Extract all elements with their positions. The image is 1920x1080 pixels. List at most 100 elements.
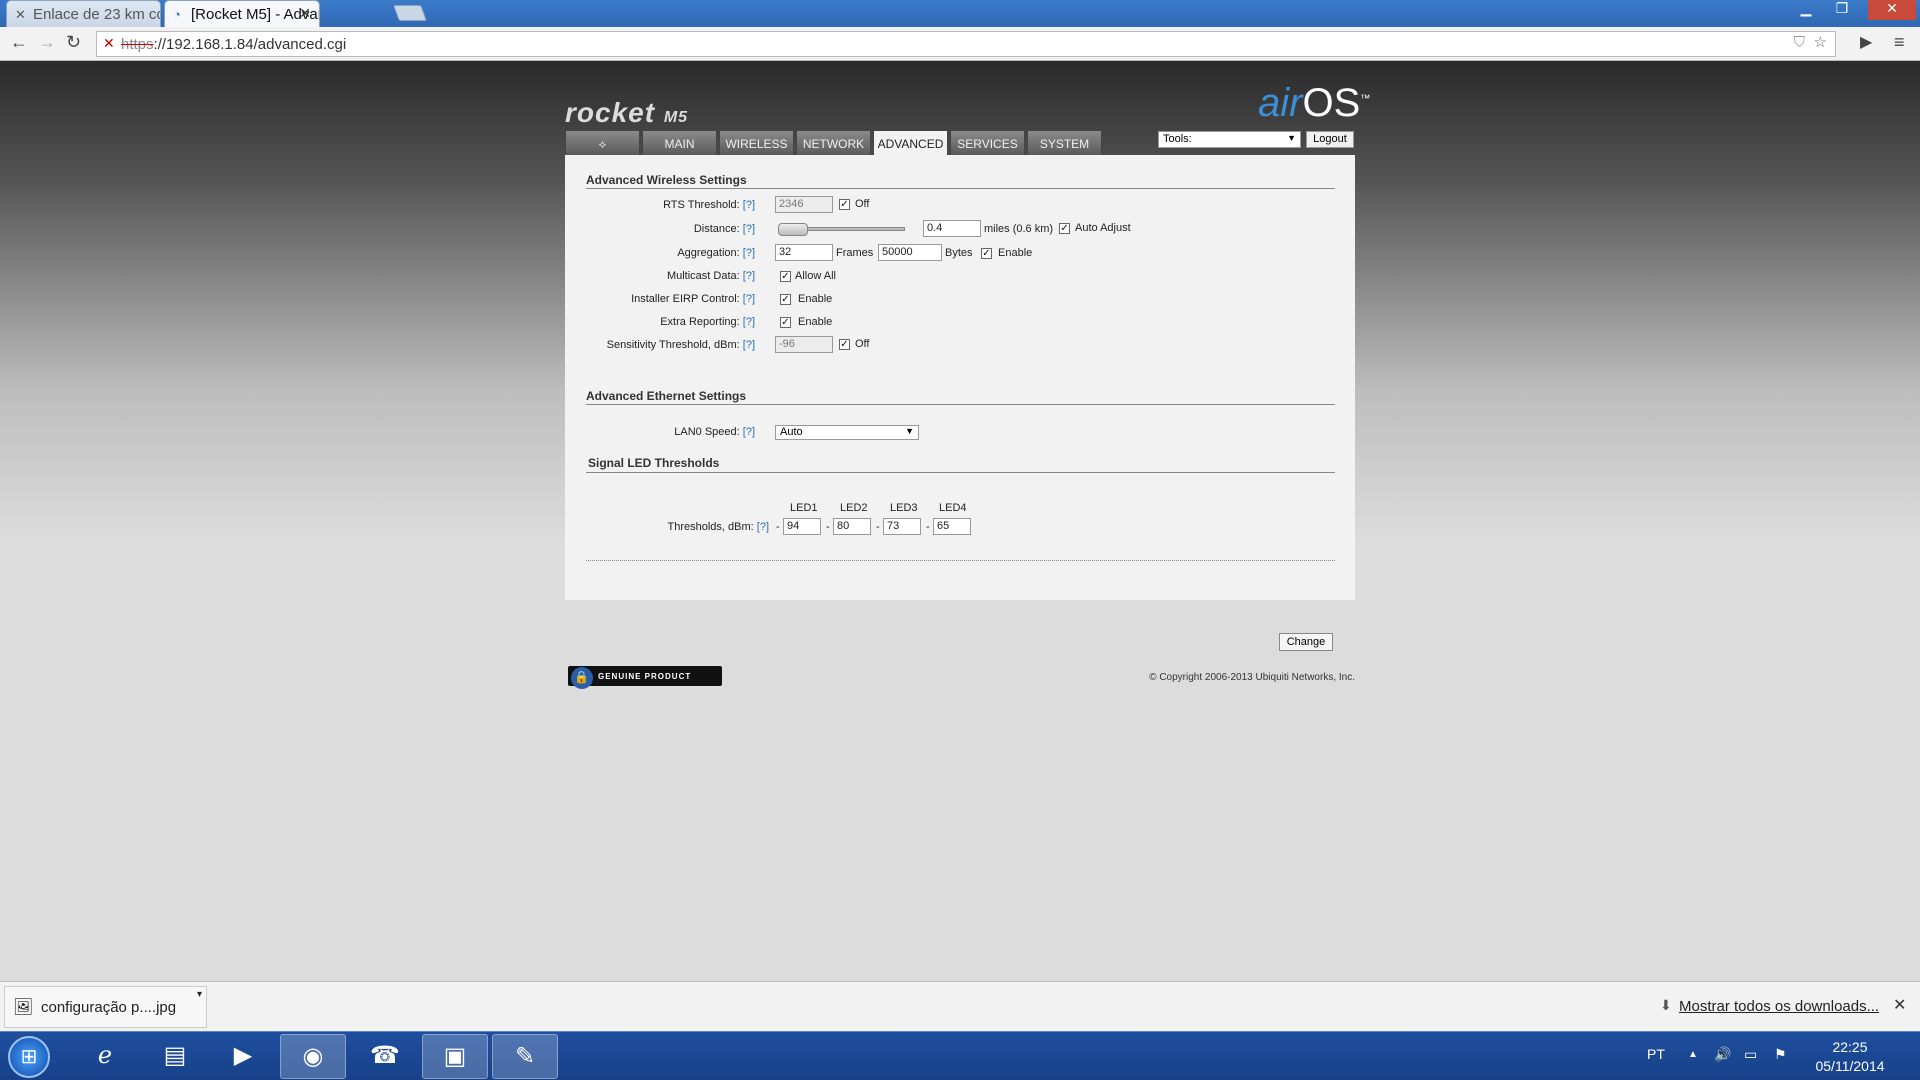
auto-adjust-checkbox[interactable]: ✓: [1059, 223, 1070, 234]
aggregation-frames-input[interactable]: 32: [775, 244, 833, 261]
tab-ubnt-home[interactable]: ⟡: [565, 130, 640, 155]
tab-main[interactable]: MAIN: [642, 130, 717, 155]
multicast-data-label: Multicast Data: [?]: [666, 270, 755, 282]
help-link[interactable]: [?]: [757, 521, 769, 533]
aggregation-bytes-input[interactable]: 50000: [878, 244, 942, 261]
change-button[interactable]: Change: [1279, 633, 1333, 651]
close-tab-icon[interactable]: ✕: [299, 5, 311, 22]
logo-tm: ™: [1360, 93, 1371, 105]
help-link[interactable]: [?]: [743, 316, 755, 328]
minimize-icon[interactable]: ▁: [1788, 0, 1824, 20]
aggregation-enable-checkbox[interactable]: ✓: [981, 248, 992, 259]
language-indicator[interactable]: PT: [1647, 1046, 1665, 1062]
led1-input[interactable]: 94: [783, 518, 821, 535]
close-downloads-icon[interactable]: ✕: [1893, 995, 1906, 1015]
multicast-allow-checkbox[interactable]: ✓: [780, 271, 791, 282]
paint-icon[interactable]: ✎: [492, 1034, 558, 1079]
rts-threshold-input[interactable]: 2346: [775, 196, 833, 213]
media-player-icon[interactable]: ▶: [210, 1034, 276, 1079]
led2-input[interactable]: 80: [833, 518, 871, 535]
distance-unit: miles (0.6 km): [984, 223, 1054, 235]
divider: [586, 560, 1335, 561]
tools-dropdown[interactable]: Tools: ▼: [1158, 131, 1301, 148]
close-window-icon[interactable]: ✕: [1868, 0, 1916, 20]
sensitivity-threshold-label: Sensitivity Threshold, dBm: [?]: [606, 339, 755, 351]
help-link[interactable]: [?]: [743, 426, 755, 438]
help-link[interactable]: [?]: [743, 223, 755, 235]
divider: [586, 188, 1335, 189]
browser-tab-enlace[interactable]: ✕ Enlace de 23 km com: [6, 0, 161, 27]
extra-reporting-label: Extra Reporting: [?]: [660, 316, 755, 328]
distance-label: Distance: [?]: [693, 223, 755, 235]
logo-os-text: OS: [1302, 81, 1361, 125]
extension-play-icon[interactable]: ▶: [1860, 32, 1872, 52]
eirp-enable-checkbox[interactable]: ✓: [780, 294, 791, 305]
back-arrow-icon[interactable]: ←: [10, 32, 28, 53]
volume-icon[interactable]: 🔊: [1714, 1046, 1731, 1063]
show-all-downloads-link[interactable]: Mostrar todos os downloads...: [1679, 998, 1879, 1015]
star-icon[interactable]: ☆: [1814, 33, 1827, 51]
action-center-icon[interactable]: ⚑: [1774, 1046, 1787, 1063]
shield-icon[interactable]: ⛉: [1794, 34, 1805, 51]
thresholds-label: Thresholds, dBm: [?]: [667, 521, 770, 533]
lan0-speed-select[interactable]: Auto ▼: [775, 425, 919, 440]
rts-off-checkbox[interactable]: ✓: [839, 199, 850, 210]
help-link[interactable]: [?]: [743, 270, 755, 282]
sensitivity-threshold-input[interactable]: -96: [775, 336, 833, 353]
address-bar[interactable]: ✕ https://192.168.1.84/advanced.cgi ⛉ ☆: [96, 31, 1836, 57]
chrome-icon[interactable]: ◉: [280, 1034, 346, 1079]
aggregation-enable-label: Enable: [998, 247, 1033, 259]
tab-wireless[interactable]: WIRELESS: [719, 130, 794, 155]
tab-services[interactable]: SERVICES: [950, 130, 1025, 155]
lock-icon: 🔒: [571, 667, 593, 689]
phone-app-icon[interactable]: ☎: [352, 1034, 418, 1079]
tab-label: SYSTEM: [1039, 137, 1090, 151]
chevron-down-icon[interactable]: ▾: [197, 989, 202, 1000]
wifi-favicon-icon: ◔: [173, 7, 181, 22]
download-item[interactable]: 🖼 configuração p....jpg ▾: [4, 986, 207, 1028]
reload-icon[interactable]: ↻: [66, 32, 81, 53]
forward-arrow-icon[interactable]: →: [38, 32, 56, 53]
network-icon[interactable]: ▭: [1744, 1046, 1757, 1063]
tab-network[interactable]: NETWORK: [796, 130, 871, 155]
browser-tab-rocket[interactable]: ◔ [Rocket M5] - Advan ✕: [164, 0, 320, 27]
menu-icon[interactable]: ≡: [1894, 32, 1905, 53]
tab-system[interactable]: SYSTEM: [1027, 130, 1102, 155]
rocket-m5-logo: rocket M5: [565, 97, 688, 129]
insecure-lock-icon: ✕: [103, 35, 115, 51]
sensitivity-off-checkbox[interactable]: ✓: [839, 339, 850, 350]
extra-reporting-checkbox[interactable]: ✓: [780, 317, 791, 328]
logo-model-text: M5: [663, 109, 689, 126]
distance-input[interactable]: 0.4: [923, 220, 981, 237]
ubiquiti-logo-icon: ⟡: [598, 137, 607, 151]
tab-label: ADVANCED: [877, 137, 944, 151]
start-button[interactable]: ⊞: [8, 1036, 50, 1078]
led4-input[interactable]: 65: [933, 518, 971, 535]
genuine-label: GENUINE PRODUCT: [598, 672, 692, 681]
file-explorer-icon[interactable]: ▤: [142, 1034, 208, 1079]
new-tab-button[interactable]: [393, 5, 427, 21]
remote-desktop-icon[interactable]: ▣: [422, 1034, 488, 1079]
help-link[interactable]: [?]: [743, 339, 755, 351]
dash: -: [826, 521, 830, 533]
section-title-ethernet: Advanced Ethernet Settings: [586, 389, 747, 403]
help-link[interactable]: [?]: [743, 293, 755, 305]
distance-slider-handle[interactable]: [778, 223, 808, 236]
x-favicon-icon: ✕: [15, 7, 26, 22]
system-clock[interactable]: 22:25 05/11/2014: [1800, 1038, 1900, 1076]
clock-time: 22:25: [1832, 1039, 1868, 1055]
image-file-icon: 🖼: [13, 999, 34, 1016]
help-link[interactable]: [?]: [743, 247, 755, 259]
help-link[interactable]: [?]: [743, 199, 755, 211]
dash: -: [776, 521, 780, 533]
internet-explorer-icon[interactable]: ℯ: [72, 1034, 138, 1079]
show-hidden-icons-icon[interactable]: ▲: [1688, 1049, 1698, 1060]
divider: [586, 472, 1335, 473]
logout-button[interactable]: Logout: [1306, 131, 1354, 148]
tab-label: SERVICES: [957, 137, 1018, 151]
tab-advanced[interactable]: ADVANCED: [873, 130, 948, 155]
windows-taskbar: ⊞ ℯ ▤ ▶ ◉ ☎ ▣ ✎ PT ▲ 🔊 ▭ ⚑ 22:25 05/11/2…: [0, 1031, 1920, 1080]
led3-input[interactable]: 73: [883, 518, 921, 535]
maximize-icon[interactable]: ❐: [1824, 0, 1860, 20]
genuine-product-badge: 🔒 GENUINE PRODUCT: [566, 664, 724, 689]
